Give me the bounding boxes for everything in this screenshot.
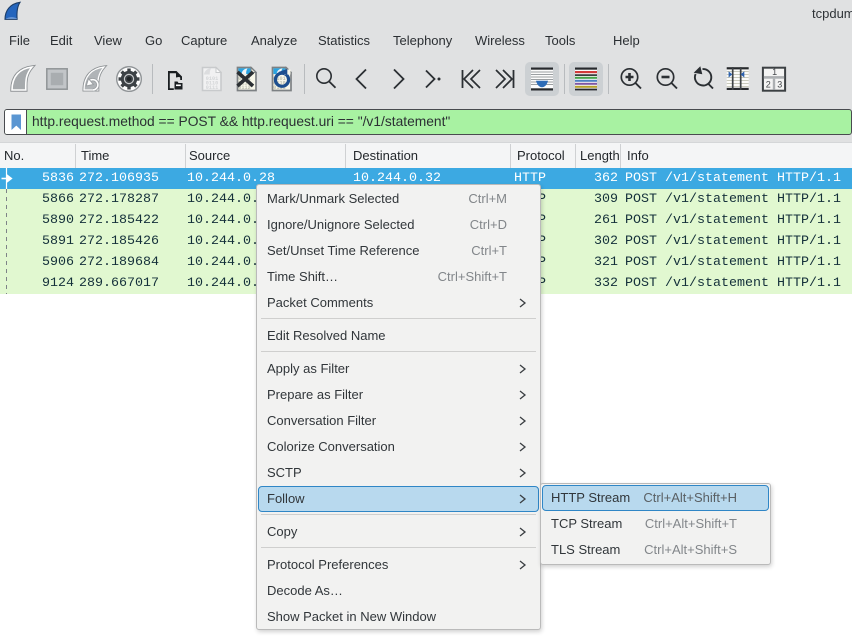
svg-text:0111: 0111 [206,85,218,91]
svg-text:3: 3 [777,80,782,90]
svg-text:1: 1 [772,67,777,77]
svg-text:0112: 0112 [238,85,250,91]
svg-text:2: 2 [766,80,771,90]
